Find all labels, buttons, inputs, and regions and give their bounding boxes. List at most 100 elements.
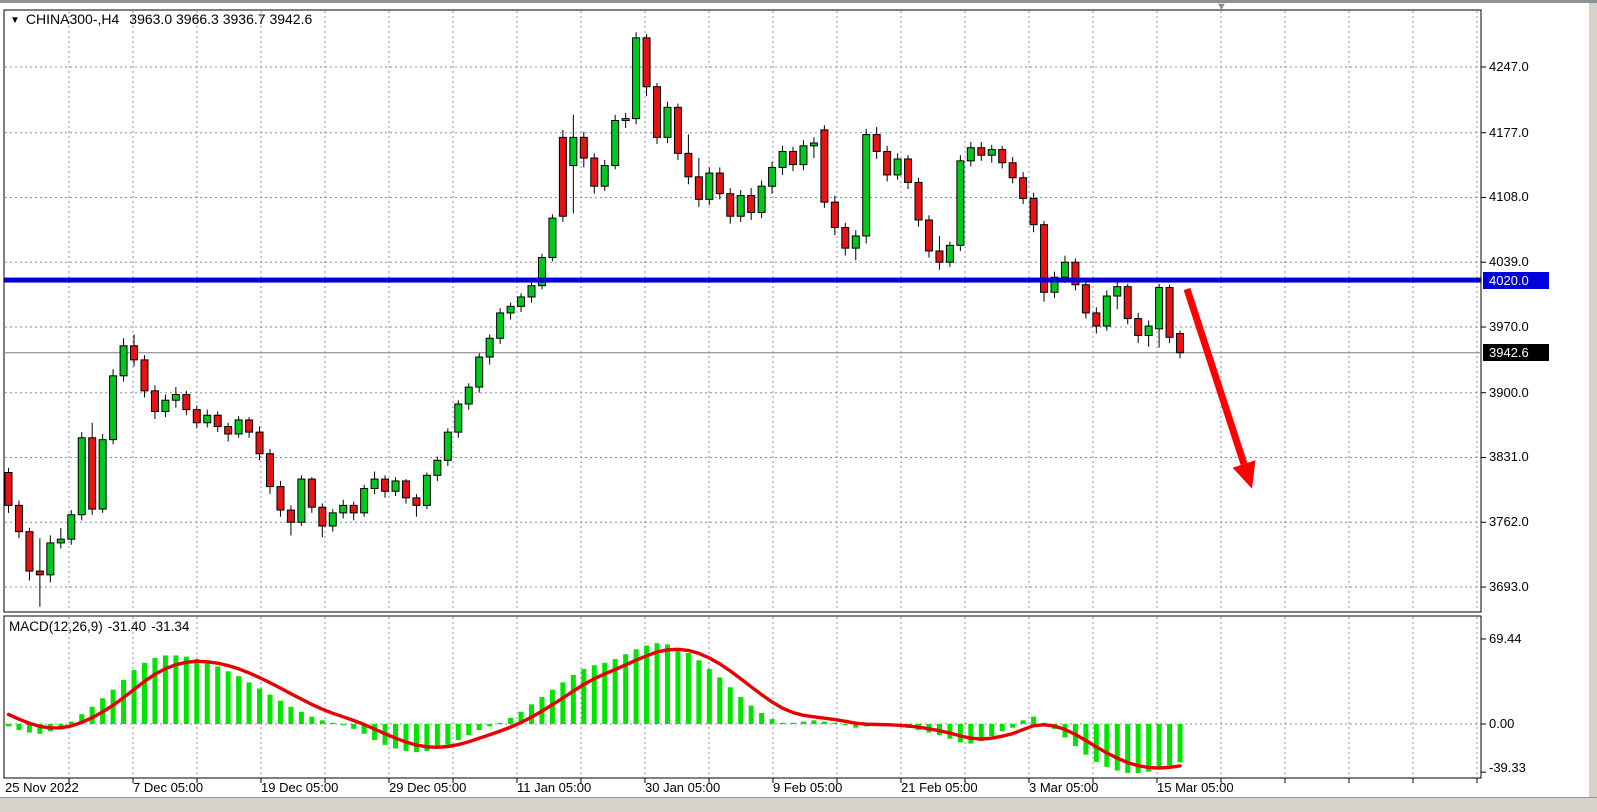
candle-body — [769, 167, 776, 186]
candle-body — [1082, 285, 1089, 313]
candle-body — [810, 143, 817, 146]
window-right-edge — [1589, 3, 1597, 797]
candle-body — [1135, 319, 1142, 336]
macd-histogram-bar — [1115, 724, 1120, 771]
macd-histogram-bar — [351, 724, 356, 729]
candle-body — [580, 137, 587, 158]
candle-body — [486, 338, 493, 357]
macd-histogram-bar — [665, 644, 670, 724]
panel-separator[interactable] — [4, 610, 1481, 617]
candle-body — [1030, 198, 1037, 224]
candle-body — [455, 404, 462, 432]
macd-histogram-bar — [194, 659, 199, 724]
candle-body — [340, 505, 347, 513]
candle-body — [214, 415, 221, 426]
macd-histogram-bar — [1094, 724, 1099, 762]
candle-body — [905, 159, 912, 182]
macd-histogram-bar — [1000, 724, 1005, 731]
candle-body — [831, 202, 838, 227]
macd-histogram-bar — [184, 657, 189, 724]
macd-histogram-bar — [1157, 724, 1162, 769]
candle-body — [1114, 287, 1121, 296]
candle-body — [120, 346, 127, 376]
macd-histogram-bar — [372, 724, 377, 740]
window-bottom-edge — [0, 797, 1597, 812]
macd-histogram-bar — [1010, 724, 1015, 728]
candle-body — [413, 498, 420, 506]
candle-body — [790, 151, 797, 164]
macd-histogram-bar — [247, 682, 252, 724]
low-value: 3936.7 — [223, 11, 266, 27]
macd-histogram-bar — [780, 723, 785, 724]
macd-histogram-bar — [487, 724, 492, 726]
candle-body — [925, 220, 932, 251]
macd-histogram-bar — [759, 713, 764, 724]
macd-histogram-bar — [414, 724, 419, 752]
candle-body — [329, 513, 336, 526]
macd-histogram-bar — [822, 722, 827, 724]
macd-histogram-bar — [989, 724, 994, 736]
macd-histogram-bar — [571, 675, 576, 724]
candle-body — [256, 432, 263, 454]
macd-histogram-bar — [717, 677, 722, 724]
macd-name-label: MACD(12,26,9) — [9, 619, 103, 634]
candle-body — [57, 539, 64, 543]
candle-body — [988, 150, 995, 156]
macd-histogram-bar — [791, 723, 796, 724]
candle-body — [497, 313, 504, 338]
candle-body — [246, 420, 253, 432]
macd-histogram-bar — [655, 643, 660, 724]
candle-body — [852, 236, 859, 248]
macd-histogram-bar — [498, 723, 503, 724]
candle-body — [1103, 296, 1110, 326]
macd-indicator-header: MACD(12,26,9)-31.40-31.34 — [9, 619, 194, 634]
candle-body — [68, 515, 75, 539]
macd-histogram-bar — [268, 695, 273, 724]
close-value: 3942.6 — [269, 11, 312, 27]
macd-histogram-bar — [581, 669, 586, 724]
candle-body — [172, 395, 179, 401]
chart-canvas[interactable] — [0, 0, 1597, 811]
candle-body — [1177, 334, 1184, 353]
candle-body — [1020, 178, 1027, 199]
macd-histogram-bar — [592, 665, 597, 724]
candle-body — [612, 120, 619, 165]
high-value: 3966.3 — [176, 11, 219, 27]
candle-body — [936, 251, 943, 262]
candle-body — [999, 150, 1006, 163]
macd-histogram-bar — [770, 719, 775, 724]
candle-body — [1061, 262, 1068, 277]
macd-histogram-bar — [696, 660, 701, 724]
candle-body — [633, 38, 640, 119]
candle-body — [392, 481, 399, 491]
candle-body — [978, 148, 985, 156]
candle-body — [758, 186, 765, 212]
candle-body — [78, 438, 85, 515]
macd-histogram-bar — [320, 720, 325, 724]
macd-histogram-bar — [466, 724, 471, 735]
candle-body — [894, 159, 901, 175]
candle-body — [863, 135, 870, 236]
macd-histogram-bar — [435, 724, 440, 748]
candle-body — [5, 473, 12, 506]
candle-body — [549, 218, 556, 257]
candle-body — [1093, 313, 1100, 326]
candle-body — [706, 173, 713, 199]
mt4-chart-window: { "header": { "symbol": "CHINA300-,H4", … — [0, 0, 1597, 811]
candle-body — [15, 505, 22, 531]
candle-body — [946, 245, 953, 262]
candle-body — [1145, 326, 1152, 335]
macd-histogram-bar — [958, 724, 963, 742]
candle-body — [287, 510, 294, 522]
candle-body — [26, 532, 33, 571]
macd-histogram-bar — [1146, 724, 1151, 772]
candle-body — [884, 151, 891, 174]
macd-histogram-bar — [1021, 720, 1026, 724]
candle-body — [319, 507, 326, 526]
macd-histogram-bar — [1178, 724, 1183, 762]
macd-histogram-bar — [560, 682, 565, 724]
symbol-dropdown-icon[interactable]: ▼ — [10, 15, 20, 26]
candle-body — [361, 488, 368, 512]
candle-body — [821, 130, 828, 202]
candle-body — [518, 297, 525, 306]
